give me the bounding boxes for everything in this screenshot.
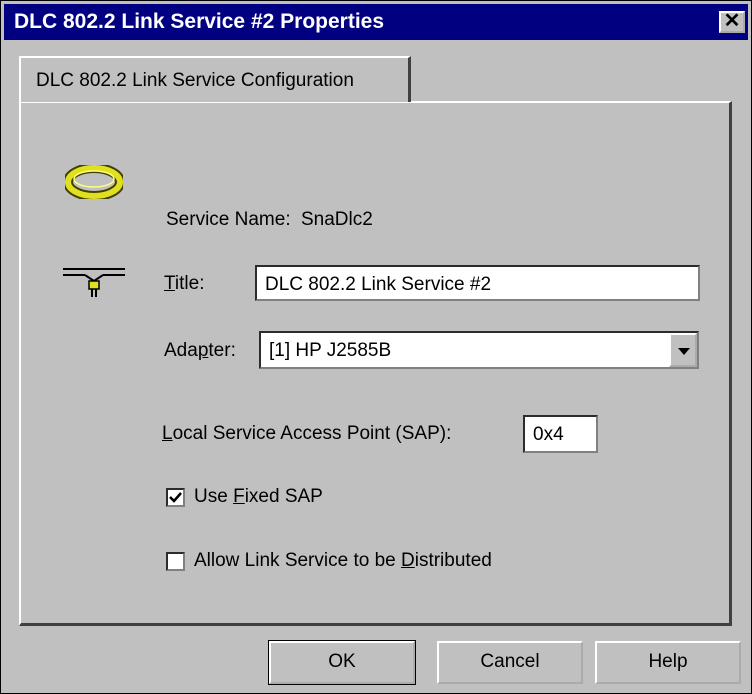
use-fixed-sap-label-post: ixed SAP	[244, 486, 323, 507]
use-fixed-sap-label-pre: Use	[194, 486, 234, 507]
sap-label-rest: ocal Service Access Point (SAP):	[172, 423, 452, 444]
adapter-label-pre: Ada	[164, 340, 198, 361]
window-title: DLC 802.2 Link Service #2 Properties	[14, 10, 385, 33]
adapter-select-value: [1] HP J2585B	[269, 340, 392, 361]
chevron-down-icon[interactable]	[669, 333, 697, 367]
adapter-label-post: ter:	[208, 340, 236, 361]
allow-distributed-label-pre: Allow Link Service to be	[194, 550, 401, 571]
adapter-label-accel: p	[197, 340, 209, 361]
title-label-rest: itle:	[174, 273, 205, 294]
title-input-value: DLC 802.2 Link Service #2	[265, 274, 492, 295]
network-connector-icon	[63, 268, 125, 297]
use-fixed-sap-checkbox[interactable]	[166, 488, 185, 507]
allow-distributed-label: Allow Link Service to be Distributed	[194, 550, 492, 572]
close-icon: ✕	[723, 10, 741, 32]
title-label-accel: T	[164, 273, 175, 294]
help-button[interactable]: Help	[595, 641, 741, 684]
tab-link-service-configuration[interactable]: DLC 802.2 Link Service Configuration	[19, 56, 411, 102]
use-fixed-sap-label-accel: F	[233, 486, 245, 507]
sap-label-accel: L	[162, 423, 173, 444]
sap-input[interactable]: 0x4	[523, 415, 598, 453]
tab-label: DLC 802.2 Link Service Configuration	[36, 70, 354, 91]
service-name-label: Service Name:	[166, 209, 291, 230]
ok-button[interactable]: OK	[268, 640, 416, 685]
allow-distributed-label-post: istributed	[414, 550, 492, 571]
cancel-button[interactable]: Cancel	[437, 641, 583, 684]
service-name-value: SnaDlc2	[301, 209, 373, 230]
title-input[interactable]: DLC 802.2 Link Service #2	[255, 265, 700, 301]
allow-distributed-checkbox[interactable]	[166, 552, 185, 571]
ring-network-icon	[65, 165, 123, 199]
properties-dialog: DLC 802.2 Link Service #2 Properties ✕ D…	[0, 0, 752, 694]
adapter-select[interactable]: [1] HP J2585B	[259, 331, 699, 369]
allow-distributed-label-accel: D	[401, 550, 415, 571]
sap-label: Local Service Access Point (SAP):	[162, 423, 451, 445]
adapter-label: Adapter:	[164, 340, 236, 362]
checkmark-icon	[169, 492, 182, 503]
close-button[interactable]: ✕	[719, 11, 745, 33]
title-bar: DLC 802.2 Link Service #2 Properties ✕	[4, 4, 748, 40]
title-label: Title:	[164, 273, 204, 295]
use-fixed-sap-label: Use Fixed SAP	[194, 486, 323, 508]
sap-input-value: 0x4	[533, 424, 564, 445]
